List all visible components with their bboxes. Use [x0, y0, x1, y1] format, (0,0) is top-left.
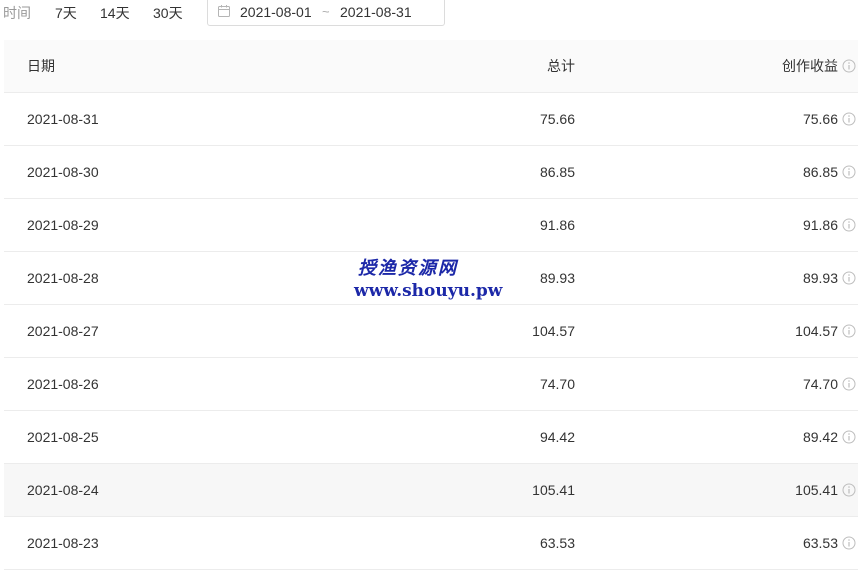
table-row: 2021-08-25 94.42 89.42 — [4, 411, 858, 464]
income-table: 日期 总计 创作收益 2021-08-31 75.66 75.66 2021-0… — [4, 40, 858, 570]
table-row: 2021-08-23 63.53 63.53 — [4, 517, 858, 570]
column-header-income: 创作收益 — [782, 58, 838, 74]
row-date: 2021-08-28 — [27, 270, 99, 286]
row-income: 91.86 — [802, 217, 838, 233]
row-total: 91.86 — [539, 217, 575, 233]
row-total: 86.85 — [539, 164, 575, 180]
row-date: 2021-08-27 — [27, 323, 99, 339]
row-income: 86.85 — [802, 164, 838, 180]
info-icon[interactable] — [842, 430, 856, 444]
row-total: 94.42 — [539, 429, 575, 445]
row-date: 2021-08-30 — [27, 164, 99, 180]
table-row: 2021-08-30 86.85 86.85 — [4, 146, 858, 199]
column-header-total: 总计 — [547, 58, 575, 74]
info-icon[interactable] — [842, 324, 856, 338]
row-total: 89.93 — [539, 270, 575, 286]
row-income: 89.93 — [802, 270, 838, 286]
row-total: 104.57 — [532, 323, 575, 339]
row-income: 104.57 — [795, 323, 838, 339]
table-row: 2021-08-27 104.57 104.57 — [4, 305, 858, 358]
info-icon[interactable] — [842, 165, 856, 179]
row-income: 89.42 — [802, 429, 838, 445]
table-row: 2021-08-28 89.93 89.93 — [4, 252, 858, 305]
row-date: 2021-08-25 — [27, 429, 99, 445]
time-filter-label: 时间 — [3, 5, 31, 21]
table-row: 2021-08-26 74.70 74.70 — [4, 358, 858, 411]
date-start-input[interactable]: 2021-08-01 — [240, 4, 312, 20]
row-income: 63.53 — [802, 535, 838, 551]
calendar-icon — [218, 5, 230, 17]
date-range-separator: ~ — [322, 4, 330, 19]
info-icon[interactable] — [842, 271, 856, 285]
info-icon[interactable] — [842, 218, 856, 232]
range-30-days-button[interactable]: 30天 — [153, 3, 183, 23]
range-14-days-button[interactable]: 14天 — [100, 3, 130, 23]
row-total: 105.41 — [532, 482, 575, 498]
row-total: 75.66 — [539, 111, 575, 127]
row-total: 74.70 — [539, 376, 575, 392]
column-header-date: 日期 — [27, 58, 55, 74]
row-income: 75.66 — [802, 111, 838, 127]
time-filter-bar: 时间 7天 14天 30天 2021-08-01 ~ 2021-08-31 — [0, 0, 858, 28]
row-income: 105.41 — [795, 482, 838, 498]
table-row: 2021-08-24 105.41 105.41 — [4, 464, 858, 517]
table-row: 2021-08-29 91.86 91.86 — [4, 199, 858, 252]
info-icon[interactable] — [842, 112, 856, 126]
row-date: 2021-08-31 — [27, 111, 99, 127]
row-income: 74.70 — [802, 376, 838, 392]
row-date: 2021-08-26 — [27, 376, 99, 392]
info-icon[interactable] — [842, 377, 856, 391]
info-icon[interactable] — [842, 536, 856, 550]
range-7-days-button[interactable]: 7天 — [55, 3, 77, 23]
table-header-row: 日期 总计 创作收益 — [4, 40, 858, 93]
row-total: 63.53 — [539, 535, 575, 551]
info-icon[interactable] — [842, 59, 856, 73]
date-range-picker[interactable]: 2021-08-01 ~ 2021-08-31 — [207, 0, 445, 26]
date-end-input[interactable]: 2021-08-31 — [340, 4, 412, 20]
table-row: 2021-08-31 75.66 75.66 — [4, 93, 858, 146]
info-icon[interactable] — [842, 483, 856, 497]
row-date: 2021-08-29 — [27, 217, 99, 233]
row-date: 2021-08-23 — [27, 535, 99, 551]
row-date: 2021-08-24 — [27, 482, 99, 498]
